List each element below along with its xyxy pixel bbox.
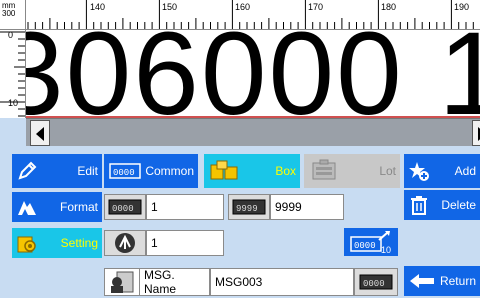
message-text[interactable]: 306000 1: [26, 30, 480, 116]
counter-step-button[interactable]: 0000 10: [344, 228, 398, 256]
box-icon: [208, 160, 242, 182]
box-label: Box: [275, 164, 296, 178]
scroll-gutter: [0, 118, 26, 146]
counter-start-field[interactable]: 1: [146, 194, 224, 220]
left-ruler: 0 10: [0, 30, 26, 118]
rotation-field[interactable]: 1: [146, 230, 224, 256]
ruler-tick-label: 180: [381, 2, 397, 12]
setting-button[interactable]: Setting: [12, 228, 102, 258]
format-label: Format: [59, 200, 98, 214]
svg-text:10: 10: [381, 245, 391, 254]
counter-icon: 0000: [108, 160, 142, 182]
common-label: Common: [145, 164, 194, 178]
scroll-left-button[interactable]: [30, 120, 50, 146]
scroll-right-button[interactable]: [472, 120, 480, 146]
edit-button[interactable]: Edit: [12, 154, 102, 188]
lot-icon: [308, 159, 342, 182]
box-button[interactable]: Box: [204, 154, 300, 188]
lot-label: Lot: [379, 164, 396, 178]
format-button[interactable]: Format: [12, 192, 102, 222]
counter-start-icon: 0000: [104, 194, 146, 220]
format-icon: [16, 196, 38, 218]
svg-text:0000: 0000: [112, 204, 134, 214]
setting-label: Setting: [60, 236, 98, 250]
return-label: Return: [439, 274, 476, 288]
msg-name-label: MSG. Name: [140, 268, 210, 296]
msg-counter-icon: 0000: [354, 268, 398, 296]
delete-button[interactable]: Delete: [404, 190, 480, 220]
top-ruler: 140 150 160 170 180 190: [26, 0, 480, 30]
counter-end-icon: 9999: [228, 194, 270, 220]
screen: mm 300 140 150 160 170 180 190 0 10 3060…: [0, 0, 480, 298]
return-button[interactable]: Return: [404, 266, 480, 296]
pencil-icon: [16, 160, 38, 182]
msg-name-field[interactable]: MSG003: [210, 268, 354, 296]
counter-step-icon: 0000 10: [349, 230, 393, 254]
counter-end-field[interactable]: 9999: [270, 194, 344, 220]
setting-icon: [16, 232, 38, 254]
return-arrow-icon: [408, 270, 436, 292]
rotation-icon: [104, 230, 146, 256]
ruler-unit-value: 300: [2, 9, 16, 18]
trash-icon: [408, 194, 430, 216]
ruler-tick-label: 10: [8, 98, 19, 108]
scroll-track[interactable]: [52, 121, 466, 145]
common-button[interactable]: 0000 Common: [104, 154, 198, 188]
msg-name-icon: [104, 268, 140, 296]
ruler-tick-label: 0: [8, 30, 14, 40]
delete-label: Delete: [441, 198, 476, 212]
svg-text:9999: 9999: [236, 204, 258, 214]
svg-text:0000: 0000: [363, 279, 385, 289]
lot-button: Lot: [304, 154, 400, 188]
ruler-tick-label: 160: [235, 2, 251, 12]
add-star-icon: [408, 160, 430, 182]
edit-label: Edit: [77, 164, 98, 178]
add-button[interactable]: Add: [404, 154, 480, 188]
ruler-tick-label: 140: [90, 2, 106, 12]
svg-text:0000: 0000: [113, 168, 135, 178]
ruler-tick-label: 150: [162, 2, 178, 12]
arrow-left-icon: [36, 127, 44, 141]
add-label: Add: [454, 164, 476, 178]
horizontal-scrollbar[interactable]: [26, 118, 480, 146]
ruler-tick-label: 170: [308, 2, 324, 12]
svg-text:0000: 0000: [354, 241, 376, 251]
ruler-corner: mm 300: [0, 0, 26, 30]
ruler-tick-label: 190: [454, 2, 470, 12]
message-canvas[interactable]: 306000 1: [26, 30, 480, 118]
